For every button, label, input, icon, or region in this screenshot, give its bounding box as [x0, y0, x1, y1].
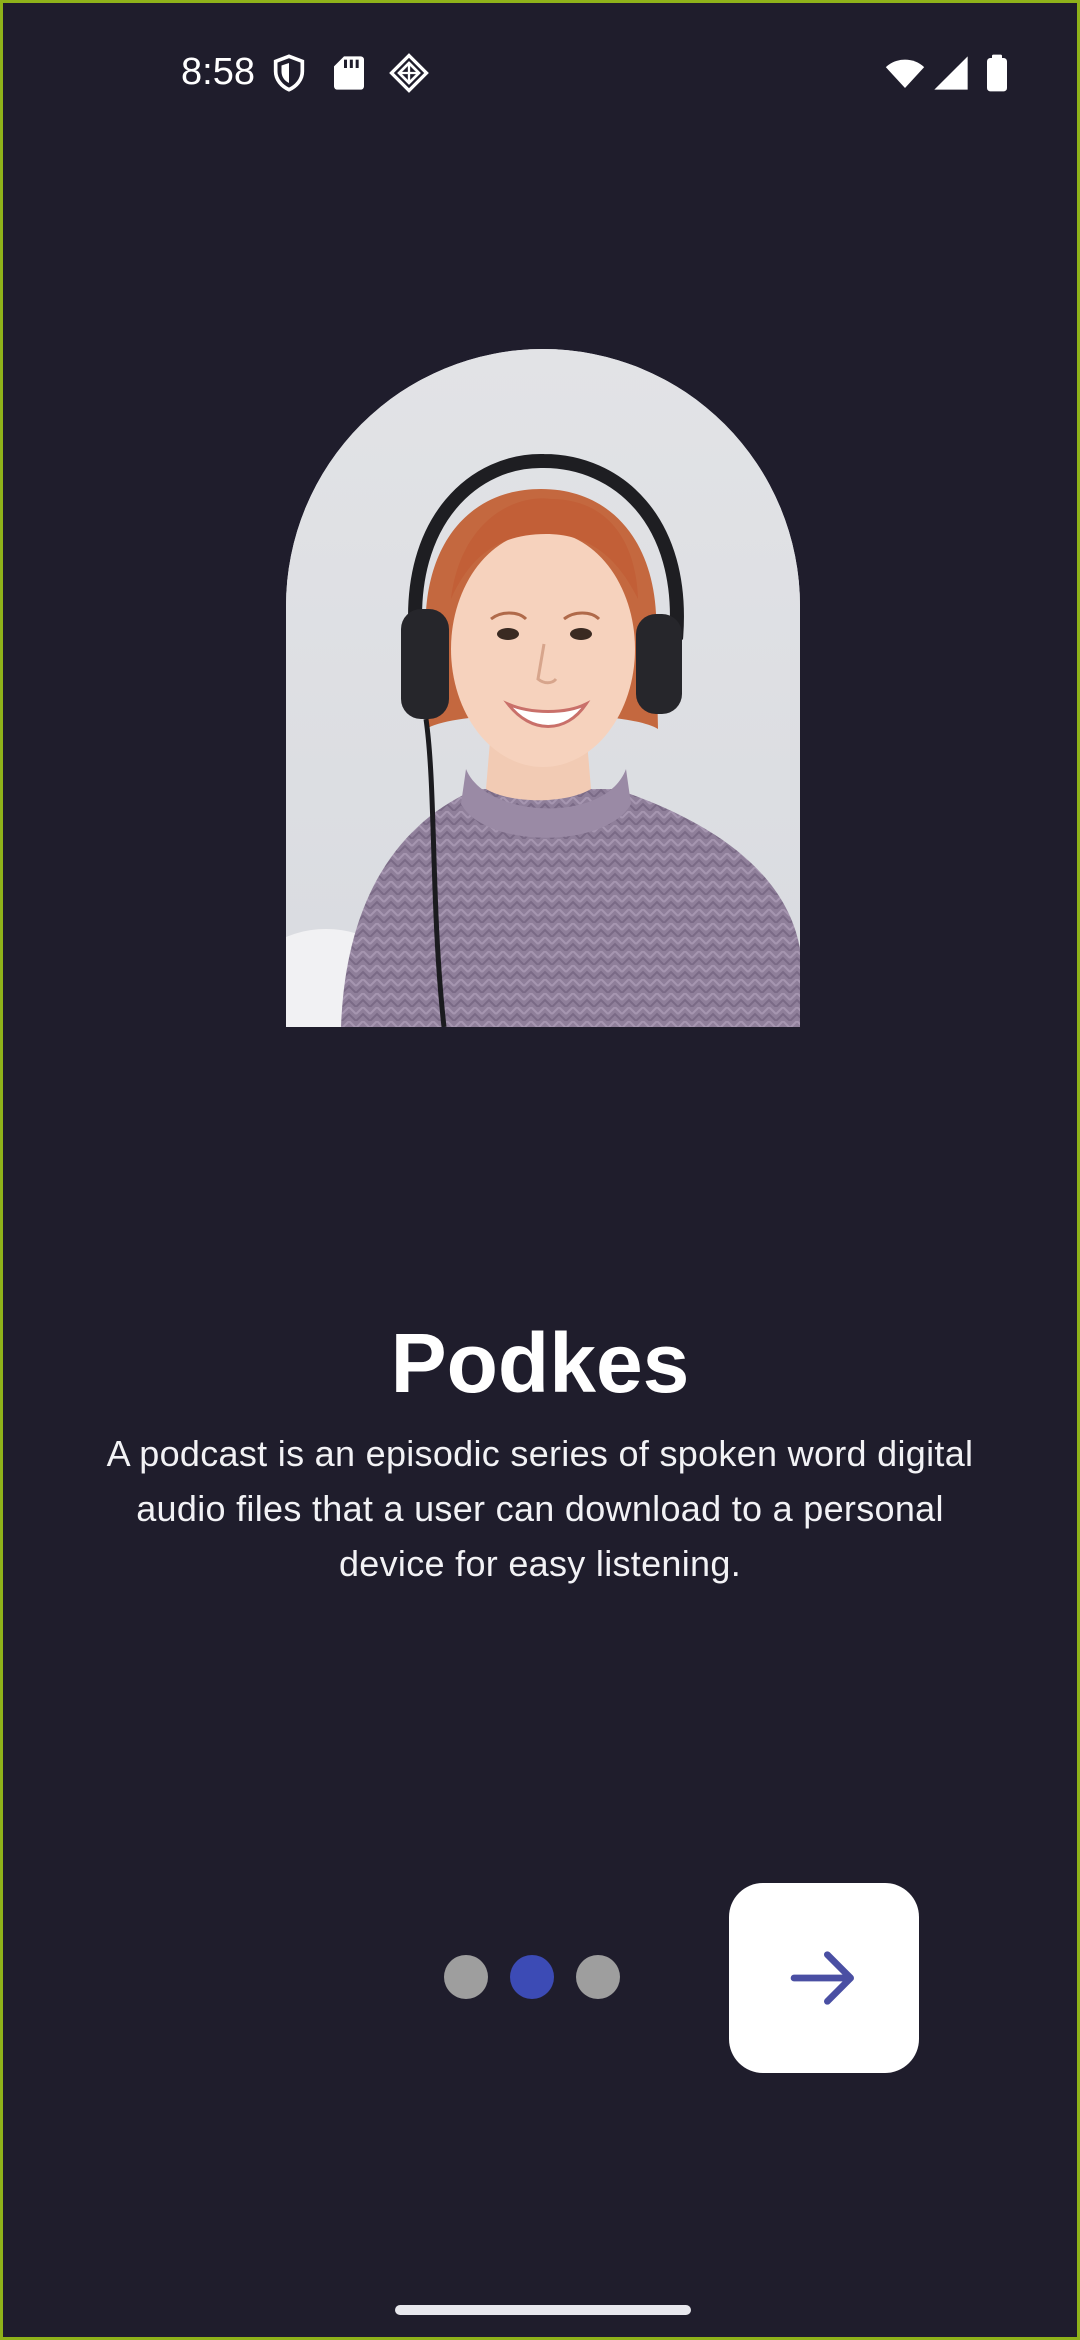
shield-icon [269, 53, 309, 93]
status-time: 8:58 [181, 51, 255, 93]
page-indicator [444, 1955, 620, 1999]
battery-icon [977, 53, 1017, 93]
home-indicator[interactable] [395, 2305, 691, 2315]
page-dot-1 [444, 1955, 488, 1999]
status-bar: 8:58 [3, 3, 1077, 143]
vpn-key-icon [389, 53, 429, 93]
page-dot-2 [510, 1955, 554, 1999]
arrow-right-icon [784, 1938, 864, 2018]
wifi-icon [883, 53, 927, 93]
onboarding-screen: 8:58 Podkes A podcast is an episodic ser… [0, 0, 1080, 2340]
sd-card-icon [329, 53, 369, 93]
next-button[interactable] [729, 1883, 919, 2073]
onboarding-title: Podkes [390, 1316, 690, 1410]
signal-icon [931, 53, 971, 93]
onboarding-description: A podcast is an episodic series of spoke… [106, 1433, 974, 1584]
woman-with-headphones-photo [286, 349, 800, 1027]
page-dot-3 [576, 1955, 620, 1999]
